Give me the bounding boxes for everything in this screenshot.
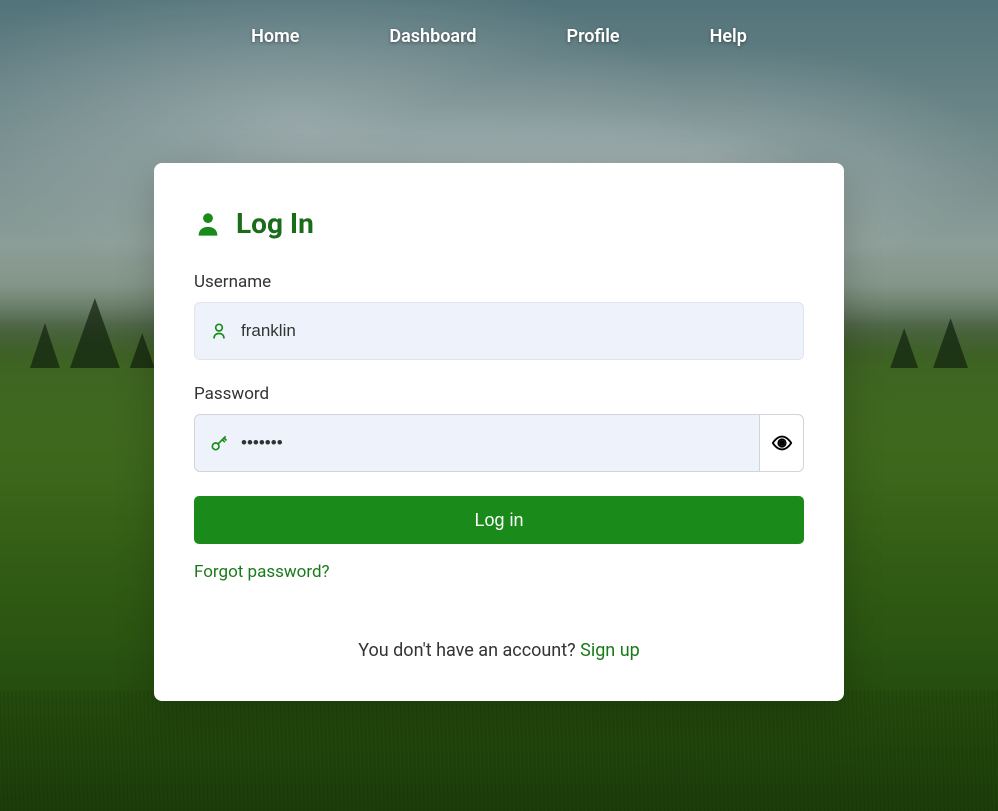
nav-home[interactable]: Home [251,26,299,47]
login-button[interactable]: Log in [194,496,804,544]
card-title: Log In [236,207,314,240]
user-solid-icon [194,210,222,238]
username-label: Username [194,272,804,292]
signup-prompt-text: You don't have an account? [358,640,580,661]
password-group: Password [194,384,804,472]
signup-row: You don't have an account? Sign up [194,640,804,661]
nav-profile[interactable]: Profile [567,26,620,47]
login-card: Log In Username Password [154,163,844,701]
password-input[interactable] [229,415,759,471]
key-icon [209,433,229,453]
card-header: Log In [194,207,804,240]
toggle-password-visibility-button[interactable] [759,415,803,471]
password-label: Password [194,384,804,404]
username-input-wrapper [194,302,804,360]
nav-help[interactable]: Help [710,26,747,47]
forgot-password-link[interactable]: Forgot password? [194,562,330,582]
username-input[interactable] [229,303,789,359]
user-outline-icon [209,321,229,341]
top-nav: Home Dashboard Profile Help [0,0,998,73]
signup-link[interactable]: Sign up [580,640,640,661]
eye-icon [771,432,793,454]
nav-dashboard[interactable]: Dashboard [389,26,476,47]
password-input-wrapper [194,414,804,472]
username-group: Username [194,272,804,360]
